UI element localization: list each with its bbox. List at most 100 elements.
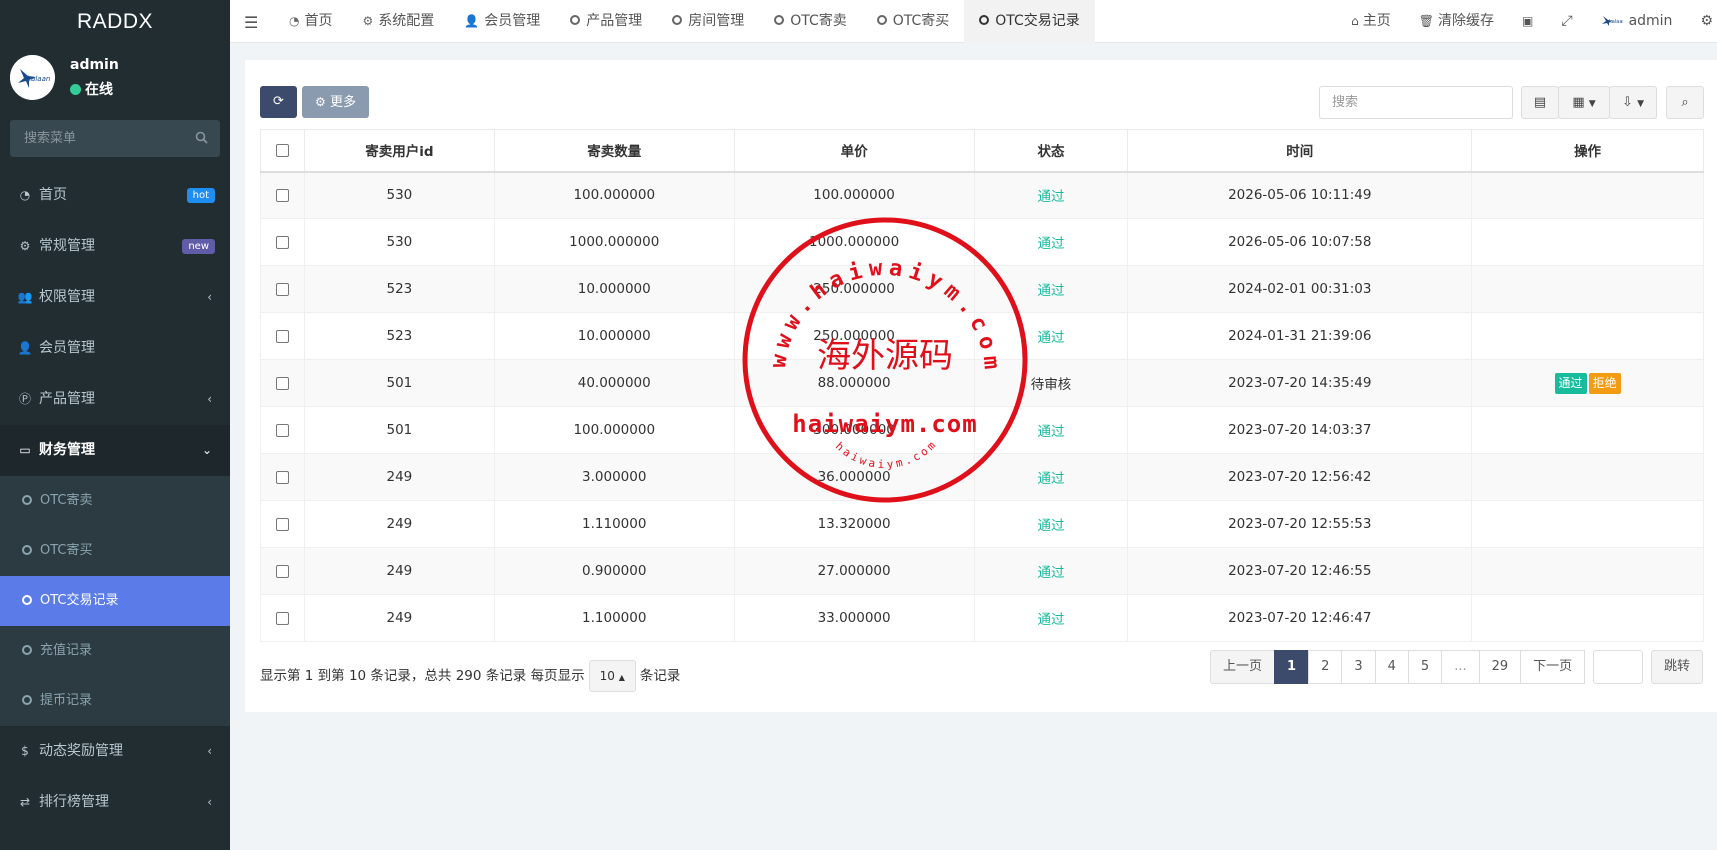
table-row[interactable]: 523 10.000000 250.000000 通过 2024-01-31 21:39… bbox=[260, 312, 1704, 360]
jump-page-input[interactable] bbox=[1593, 650, 1643, 684]
fullscreen-button[interactable]: ⤢ bbox=[1547, 0, 1586, 43]
sidebar-item-withdraw[interactable]: 提币记录 bbox=[0, 676, 230, 726]
row-select-cell bbox=[260, 453, 305, 501]
table-row[interactable]: 501 40.000000 88.000000 待审核 2023-07-20 14:35… bbox=[260, 359, 1704, 407]
columns-button[interactable]: ▦ ▼ bbox=[1558, 86, 1610, 119]
sidebar-item-permissions[interactable]: 👥 权限管理 ‹ bbox=[0, 272, 230, 323]
table-row[interactable]: 249 1.110000 13.320000 通过 2023-07-20 12:55:5… bbox=[260, 500, 1704, 548]
actions-cell bbox=[1471, 218, 1704, 266]
page-button[interactable]: 5 bbox=[1407, 650, 1443, 684]
row-checkbox[interactable] bbox=[275, 423, 289, 437]
qty-cell: 3.000000 bbox=[493, 453, 735, 501]
select-all-checkbox[interactable] bbox=[275, 143, 289, 157]
circle-icon bbox=[672, 15, 683, 25]
row-checkbox[interactable] bbox=[275, 517, 289, 531]
price-cell: 13.320000 bbox=[733, 500, 975, 548]
tab-rooms[interactable]: 房间管理 bbox=[657, 0, 759, 43]
row-checkbox[interactable] bbox=[275, 564, 289, 578]
sidebar-item-label: 产品管理 bbox=[39, 391, 95, 407]
refresh-button[interactable]: ⟳ bbox=[260, 86, 297, 118]
column-header[interactable]: 单价 bbox=[733, 129, 975, 173]
tab-home[interactable]: ◔ 首页 bbox=[274, 0, 347, 43]
status-cell: 通过 bbox=[973, 594, 1129, 642]
row-checkbox[interactable] bbox=[275, 470, 289, 484]
qty-cell: 1.110000 bbox=[493, 500, 735, 548]
table-row[interactable]: 501 100.000000 300.000000 通过 2023-07-20 14:0… bbox=[260, 406, 1704, 454]
user-menu[interactable]: kalaan admin bbox=[1587, 0, 1687, 43]
reject-button[interactable]: 拒绝 bbox=[1588, 372, 1621, 394]
sidebar-item-general[interactable]: ⚙ 常规管理 new bbox=[0, 221, 230, 272]
tab-otc-records[interactable]: OTC交易记录 bbox=[964, 0, 1095, 43]
row-checkbox[interactable] bbox=[275, 376, 289, 390]
column-header[interactable]: 寄卖用户id bbox=[303, 129, 495, 173]
gear-icon: ⚙ bbox=[315, 95, 326, 109]
sidebar-search-input[interactable] bbox=[10, 120, 185, 157]
menu-toggle-icon[interactable]: ☰ bbox=[244, 13, 258, 32]
status-cell: 通过 bbox=[973, 265, 1129, 313]
approve-button[interactable]: 通过 bbox=[1554, 372, 1587, 394]
tab-products[interactable]: 产品管理 bbox=[555, 0, 657, 43]
row-checkbox[interactable] bbox=[275, 329, 289, 343]
table-row[interactable]: 530 1000.000000 1000.000000 通过 2026-05-06 10… bbox=[260, 218, 1704, 266]
sidebar-item-products[interactable]: Ⓟ 产品管理 ‹ bbox=[0, 374, 230, 425]
page-size-select[interactable]: 10 ▲ bbox=[588, 660, 636, 692]
actions-cell bbox=[1471, 500, 1704, 548]
sidebar-item-otc-sell[interactable]: OTC寄卖 bbox=[0, 476, 230, 526]
cogs-icon: ⚙ bbox=[1700, 13, 1713, 29]
table-row[interactable]: 523 10.000000 250.000000 通过 2024-02-01 00:31… bbox=[260, 265, 1704, 313]
table-search-input[interactable] bbox=[1319, 86, 1513, 119]
tab-otc-sell[interactable]: OTC寄卖 bbox=[759, 0, 862, 43]
search-button[interactable]: ⌕ bbox=[1666, 86, 1704, 119]
sidebar-item-recharge[interactable]: 充值记录 bbox=[0, 626, 230, 676]
tab-members[interactable]: 👤 会员管理 bbox=[449, 0, 555, 43]
tab-otc-buy[interactable]: OTC寄买 bbox=[862, 0, 965, 43]
jump-button[interactable]: 跳转 bbox=[1651, 650, 1703, 684]
toggle-view-button[interactable]: ▤ bbox=[1521, 86, 1559, 119]
table-row[interactable]: 249 1.100000 33.000000 通过 2023-07-20 12:46:4… bbox=[260, 594, 1704, 642]
column-header[interactable]: 时间 bbox=[1127, 129, 1473, 173]
app-logo[interactable]: RADDX bbox=[0, 0, 230, 43]
money-bag-icon: $ bbox=[21, 744, 29, 758]
settings-button[interactable]: ⚙ bbox=[1686, 0, 1717, 43]
time-cell: 2024-01-31 21:39:06 bbox=[1127, 312, 1473, 360]
page-button[interactable]: 1 bbox=[1274, 650, 1310, 684]
home-link[interactable]: ⌂ 主页 bbox=[1337, 0, 1405, 43]
tab-system-config[interactable]: ⚙ 系统配置 bbox=[347, 0, 449, 43]
sidebar-item-otc-records[interactable]: OTC交易记录 bbox=[0, 576, 230, 626]
sidebar-item-dashboard[interactable]: ◔ 首页 hot bbox=[0, 170, 230, 221]
table-row[interactable]: 249 3.000000 36.000000 通过 2023-07-20 12:56:4… bbox=[260, 453, 1704, 501]
table-row[interactable]: 530 100.000000 100.000000 通过 2026-05-06 10:1… bbox=[260, 171, 1704, 219]
row-select-cell bbox=[260, 218, 305, 266]
page-button[interactable]: 3 bbox=[1341, 650, 1376, 684]
row-checkbox[interactable] bbox=[275, 188, 289, 202]
page-button[interactable]: 29 bbox=[1478, 650, 1522, 684]
next-page-button[interactable]: 下一页 bbox=[1520, 650, 1586, 684]
sidebar-item-rewards[interactable]: $ 动态奖励管理 ‹ bbox=[0, 726, 230, 777]
actions-cell bbox=[1471, 312, 1704, 360]
row-checkbox[interactable] bbox=[275, 282, 289, 296]
clear-cache-button[interactable]: 🗑 清除缓存 bbox=[1405, 0, 1508, 43]
page-button[interactable]: 4 bbox=[1374, 650, 1409, 684]
export-button[interactable]: ⇩ ▼ bbox=[1609, 86, 1657, 119]
sidebar-item-label: OTC寄买 bbox=[40, 543, 93, 558]
search-icon[interactable] bbox=[195, 131, 208, 148]
sidebar-item-members[interactable]: 👤 会员管理 bbox=[0, 323, 230, 374]
table-row[interactable]: 249 0.900000 27.000000 通过 2023-07-20 12:46:5… bbox=[260, 547, 1704, 595]
prev-page-button[interactable]: 上一页 bbox=[1210, 650, 1276, 684]
page-button[interactable]: 2 bbox=[1308, 650, 1343, 684]
sidebar-item-ranking[interactable]: ⇄ 排行榜管理 ‹ bbox=[0, 777, 230, 828]
qty-cell: 0.900000 bbox=[493, 547, 735, 595]
grid-icon: ▦ bbox=[1572, 95, 1585, 110]
sidebar-item-finance[interactable]: ▭ 财务管理 ⌄ bbox=[0, 425, 230, 476]
more-button[interactable]: ⚙ 更多 bbox=[302, 86, 369, 118]
language-button[interactable]: ▣ bbox=[1508, 0, 1547, 43]
qty-cell: 40.000000 bbox=[493, 359, 735, 407]
column-header[interactable]: 状态 bbox=[973, 129, 1129, 173]
pagination: 上一页 1 2 3 4 5 ... 29 下一页 bbox=[1210, 650, 1586, 684]
uid-cell: 501 bbox=[303, 406, 495, 454]
column-header[interactable]: 寄卖数量 bbox=[493, 129, 735, 173]
sidebar-item-otc-buy[interactable]: OTC寄买 bbox=[0, 526, 230, 576]
row-checkbox[interactable] bbox=[275, 611, 289, 625]
pagination-info: 显示第 1 到第 10 条记录，总共 290 条记录 每页显示 10 ▲ 条记录 bbox=[260, 660, 680, 692]
row-checkbox[interactable] bbox=[275, 235, 289, 249]
